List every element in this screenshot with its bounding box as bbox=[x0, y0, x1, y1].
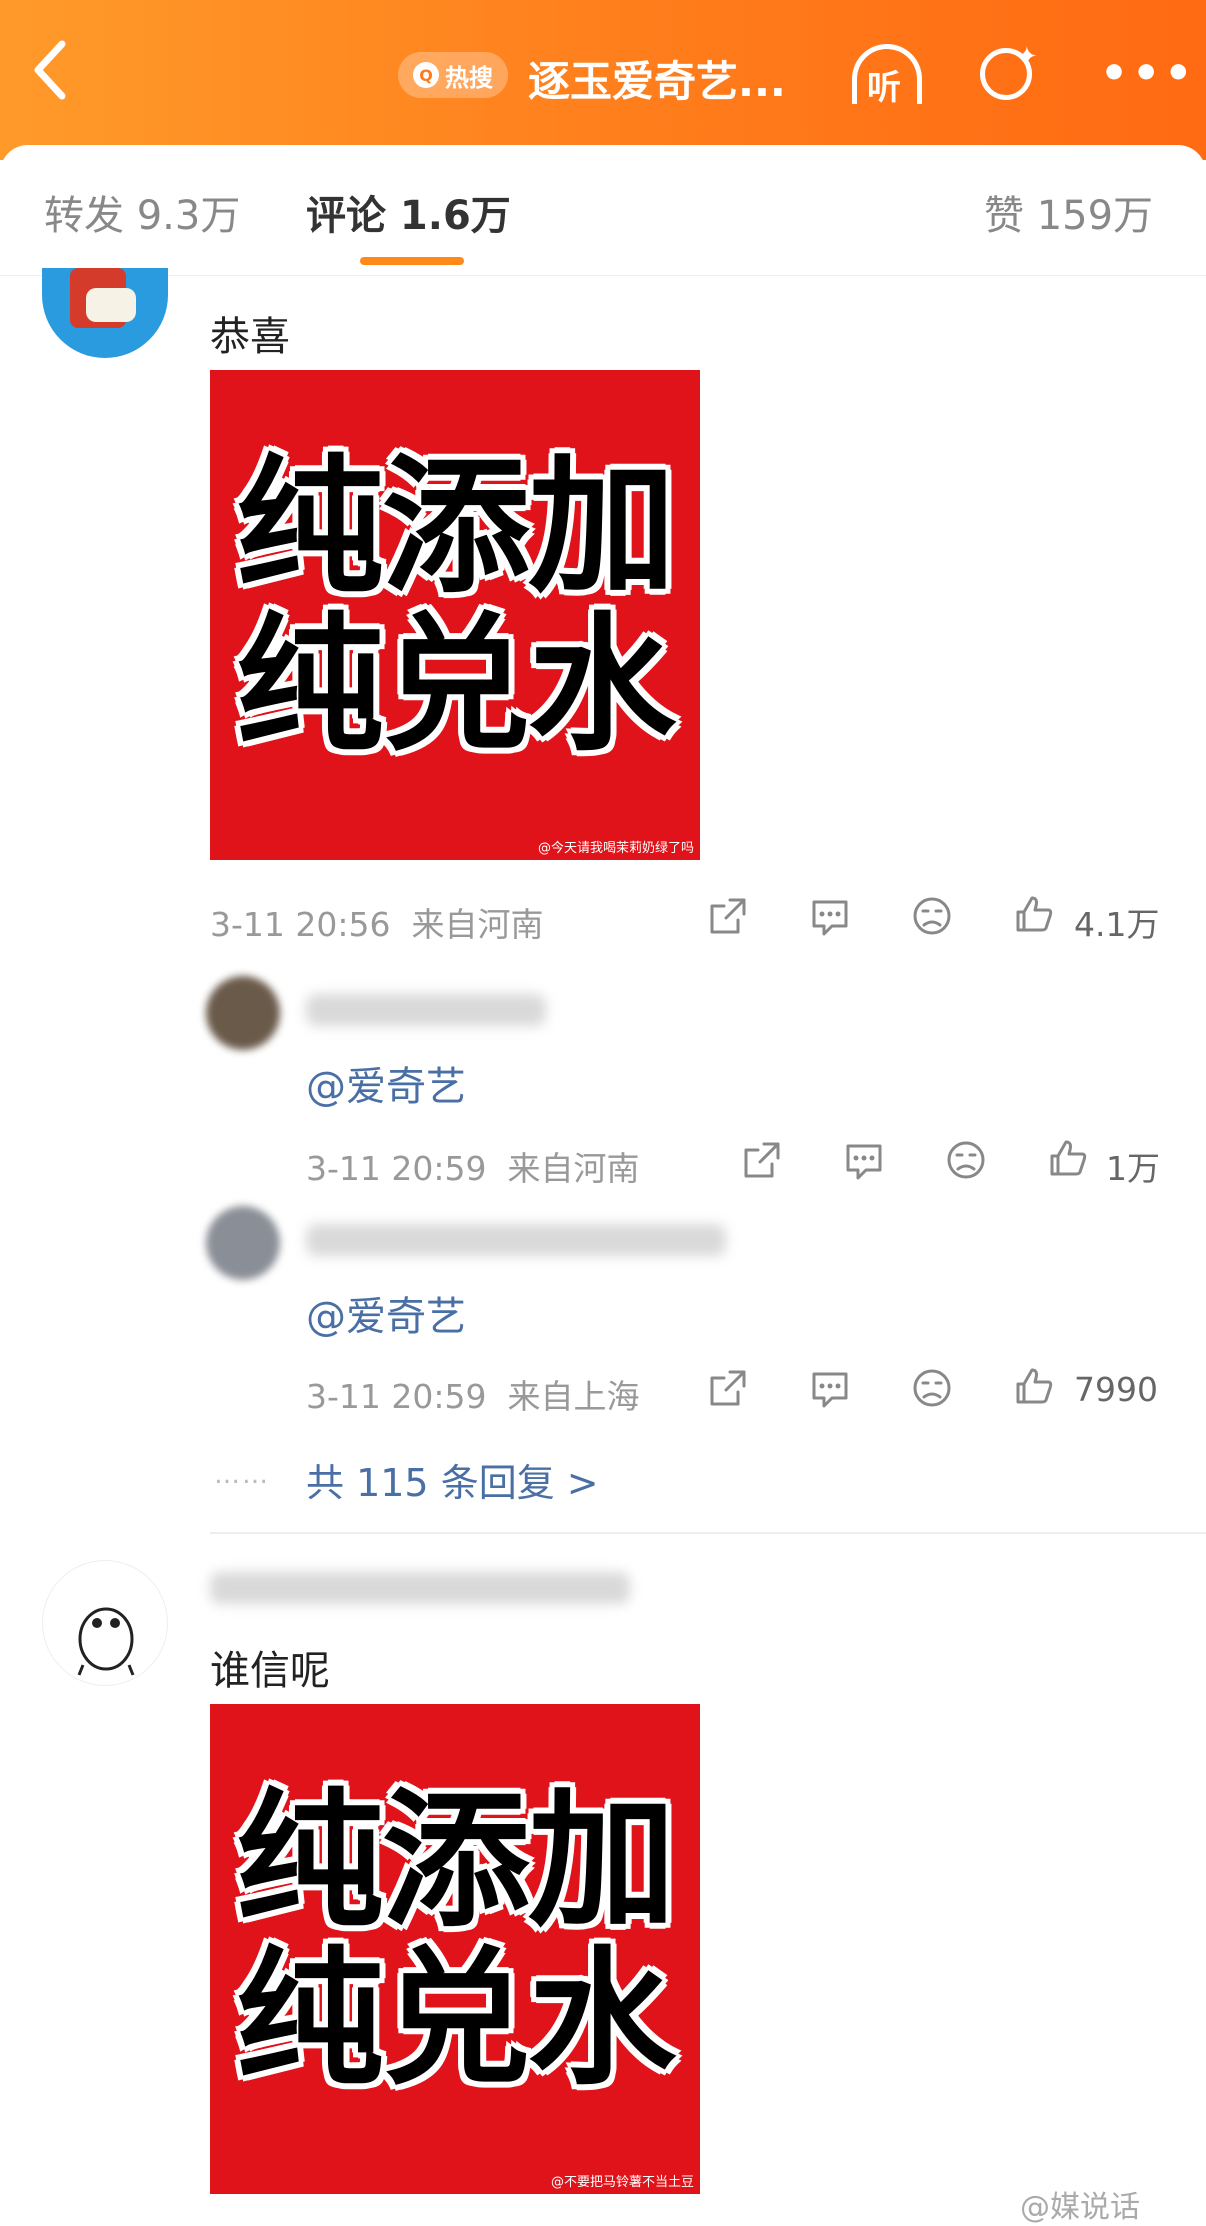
tab-indicator bbox=[360, 257, 464, 265]
tab-reposts[interactable]: 转发 9.3万 bbox=[44, 183, 240, 241]
hot-search-badge[interactable]: Q 热搜 bbox=[398, 52, 508, 98]
username-blurred[interactable] bbox=[210, 1572, 630, 1604]
like-count: 1万 bbox=[1106, 1149, 1160, 1188]
tab-bar: 转发 9.3万 评论 1.6万 赞 159万 bbox=[0, 145, 1206, 276]
top-bar: Q 热搜 逐玉爱奇艺... 听 ✦ ••• bbox=[0, 0, 1206, 160]
avatar[interactable] bbox=[206, 976, 280, 1050]
reply-text[interactable]: @爱奇艺 bbox=[306, 1284, 466, 1342]
reply-time: 3-11 20:59 来自河南 bbox=[306, 1149, 640, 1188]
like-icon[interactable] bbox=[1012, 1364, 1056, 1408]
reply-time: 3-11 20:59 来自上海 bbox=[306, 1377, 640, 1416]
meme-image[interactable]: 纯添加 纯兑水 @今天请我喝茉莉奶绿了吗 bbox=[210, 370, 700, 860]
topic-title[interactable]: 逐玉爱奇艺... bbox=[528, 48, 786, 109]
like-count: 7990 bbox=[1074, 1370, 1158, 1409]
avatar[interactable] bbox=[206, 1206, 280, 1280]
dislike-icon[interactable] bbox=[910, 894, 954, 938]
image-watermark: @今天请我喝茉莉奶绿了吗 bbox=[537, 841, 694, 856]
share-icon[interactable] bbox=[740, 1138, 784, 1182]
comment-divider bbox=[210, 1532, 1206, 1534]
comment-text: 恭喜 bbox=[210, 314, 290, 360]
weibo-watermark: @媒说话 bbox=[1020, 2190, 1140, 2225]
comment-icon[interactable] bbox=[808, 894, 852, 938]
username-blurred[interactable] bbox=[306, 1224, 726, 1256]
search-icon[interactable]: ✦ bbox=[980, 42, 1040, 108]
comment-icon[interactable] bbox=[842, 1138, 886, 1182]
dislike-icon[interactable] bbox=[944, 1138, 988, 1182]
listen-button[interactable]: 听 bbox=[848, 44, 930, 114]
more-icon[interactable]: ••• bbox=[1100, 48, 1196, 99]
reply-dots: …… bbox=[214, 1460, 270, 1490]
image-watermark: @不要把马铃薯不当土豆 bbox=[550, 2175, 694, 2190]
dislike-icon[interactable] bbox=[910, 1366, 954, 1410]
comment-time: 3-11 20:56 来自河南 bbox=[210, 905, 544, 944]
avatar[interactable] bbox=[42, 1560, 168, 1686]
chevron-left-icon[interactable] bbox=[30, 38, 90, 108]
like-count: 4.1万 bbox=[1074, 905, 1160, 944]
like-icon[interactable] bbox=[1012, 892, 1056, 936]
search-icon: Q bbox=[413, 62, 439, 88]
comment-icon[interactable] bbox=[808, 1366, 852, 1410]
comment-text: 谁信呢 bbox=[210, 1648, 330, 1694]
username-blurred[interactable] bbox=[306, 994, 546, 1026]
view-all-replies-link[interactable]: 共 115 条回复 > bbox=[306, 1452, 599, 1507]
avatar[interactable] bbox=[42, 268, 168, 358]
reply-text[interactable]: @爱奇艺 bbox=[306, 1054, 466, 1112]
share-icon[interactable] bbox=[706, 1366, 750, 1410]
meme-image[interactable]: 纯添加 纯兑水 @不要把马铃薯不当土豆 bbox=[210, 1704, 700, 2194]
like-icon[interactable] bbox=[1046, 1136, 1090, 1180]
share-icon[interactable] bbox=[706, 894, 750, 938]
tab-likes[interactable]: 赞 159万 bbox=[984, 183, 1153, 241]
tab-comments[interactable]: 评论 1.6万 bbox=[306, 183, 511, 241]
